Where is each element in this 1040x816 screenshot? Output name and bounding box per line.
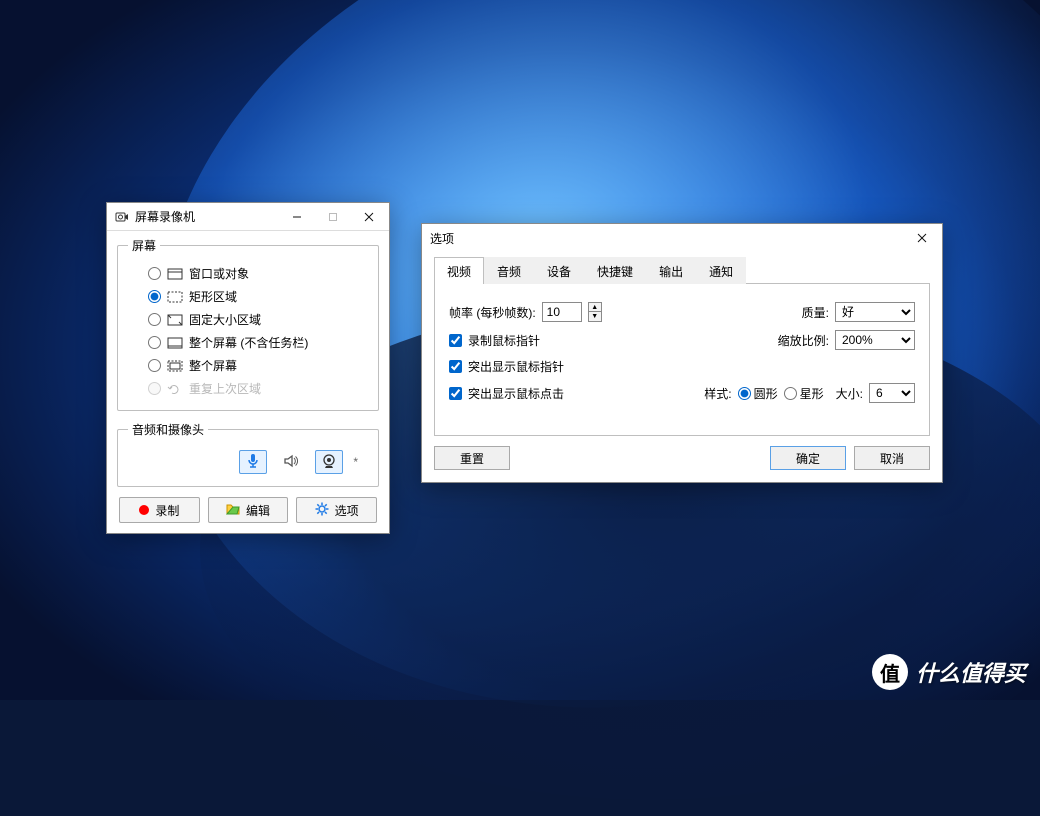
framerate-label: 帧率 (每秒帧数):	[449, 304, 536, 321]
scale-label: 缩放比例:	[778, 332, 829, 349]
edit-button[interactable]: 编辑	[208, 497, 289, 523]
speaker-button[interactable]	[277, 450, 305, 474]
radio-input[interactable]	[148, 290, 161, 303]
size-label: 大小:	[836, 385, 863, 402]
options-button[interactable]: 选项	[296, 497, 377, 523]
audio-legend: 音频和摄像头	[128, 421, 208, 438]
recorder-titlebar[interactable]: 屏幕录像机	[107, 203, 389, 231]
watermark-text: 什么值得买	[916, 656, 1026, 688]
options-dialog: 选项 视频 音频 设备 快捷键 输出 通知 帧率 (每秒帧数): ▲▼ 质量: …	[421, 223, 943, 483]
tab-devices[interactable]: 设备	[534, 257, 584, 284]
screen-group: 屏幕 窗口或对象 矩形区域 固定大小区域 整个屏幕 (不含任务栏)	[117, 237, 379, 411]
close-button[interactable]	[351, 204, 387, 230]
spinner-down-icon[interactable]: ▼	[589, 312, 601, 321]
radio-label: 星形	[800, 385, 824, 402]
gear-icon	[315, 502, 329, 519]
check-highlight-pointer[interactable]: 突出显示鼠标指针	[449, 358, 564, 375]
radio-label: 固定大小区域	[189, 311, 261, 328]
options-titlebar[interactable]: 选项	[422, 224, 942, 252]
radio-input[interactable]	[148, 336, 161, 349]
camera-icon	[115, 210, 129, 224]
radio-label: 重复上次区域	[189, 380, 261, 397]
checkbox-label: 突出显示鼠标指针	[468, 358, 564, 375]
radio-style-star[interactable]: 星形	[784, 385, 824, 402]
radio-window-or-object[interactable]: 窗口或对象	[126, 262, 370, 285]
checkbox-input[interactable]	[449, 360, 462, 373]
maximize-button[interactable]	[315, 204, 351, 230]
checkbox-input[interactable]	[449, 387, 462, 400]
recorder-window: 屏幕录像机 屏幕 窗口或对象 矩形区域 固定大小区域	[106, 202, 390, 534]
tab-video[interactable]: 视频	[434, 257, 484, 284]
check-record-pointer[interactable]: 录制鼠标指针	[449, 332, 540, 349]
asterisk-indicator: *	[353, 455, 358, 469]
radio-label: 窗口或对象	[189, 265, 249, 282]
fixed-size-icon	[167, 314, 183, 326]
tab-notifications[interactable]: 通知	[696, 257, 746, 284]
scale-select[interactable]: 200%	[835, 330, 915, 350]
quality-select[interactable]: 好	[835, 302, 915, 322]
tab-panel-video: 帧率 (每秒帧数): ▲▼ 质量: 好 录制鼠标指针 缩放比例: 200%	[434, 284, 930, 436]
rect-dashed-icon	[167, 291, 183, 303]
audio-camera-group: 音频和摄像头 *	[117, 421, 379, 487]
window-icon	[167, 268, 183, 280]
check-highlight-click[interactable]: 突出显示鼠标点击	[449, 385, 564, 402]
webcam-icon	[321, 453, 337, 472]
cancel-button[interactable]: 取消	[854, 446, 930, 470]
options-tabstrip: 视频 音频 设备 快捷键 输出 通知	[434, 256, 930, 284]
checkbox-label: 录制鼠标指针	[468, 332, 540, 349]
screen-legend: 屏幕	[128, 237, 160, 254]
radio-label: 整个屏幕 (不含任务栏)	[189, 334, 308, 351]
radio-input[interactable]	[784, 387, 797, 400]
tab-hotkeys[interactable]: 快捷键	[584, 257, 646, 284]
style-label: 样式:	[704, 385, 731, 402]
ok-button[interactable]: 确定	[770, 446, 846, 470]
close-button[interactable]	[904, 225, 940, 251]
tab-output[interactable]: 输出	[646, 257, 696, 284]
minimize-button[interactable]	[279, 204, 315, 230]
microphone-button[interactable]	[239, 450, 267, 474]
size-select[interactable]: 6	[869, 383, 915, 403]
radio-style-circle[interactable]: 圆形	[738, 385, 778, 402]
options-title: 选项	[430, 230, 904, 247]
tab-audio[interactable]: 音频	[484, 257, 534, 284]
spinner-up-icon[interactable]: ▲	[589, 303, 601, 312]
radio-label: 矩形区域	[189, 288, 237, 305]
radio-input[interactable]	[148, 267, 161, 280]
radio-label: 整个屏幕	[189, 357, 237, 374]
folder-edit-icon	[226, 502, 240, 519]
speaker-icon	[283, 453, 299, 472]
record-button[interactable]: 录制	[119, 497, 200, 523]
record-label: 录制	[155, 502, 179, 519]
radio-fullscreen[interactable]: 整个屏幕	[126, 354, 370, 377]
radio-fullscreen-no-taskbar[interactable]: 整个屏幕 (不含任务栏)	[126, 331, 370, 354]
radio-label: 圆形	[754, 385, 778, 402]
screen-notaskbar-icon	[167, 337, 183, 349]
radio-input[interactable]	[738, 387, 751, 400]
radio-input[interactable]	[148, 313, 161, 326]
checkbox-input[interactable]	[449, 334, 462, 347]
recorder-title: 屏幕录像机	[135, 208, 279, 225]
watermark-badge: 值	[872, 654, 908, 690]
radio-input[interactable]	[148, 359, 161, 372]
checkbox-label: 突出显示鼠标点击	[468, 385, 564, 402]
framerate-input[interactable]	[542, 302, 582, 322]
radio-fixed-size-region[interactable]: 固定大小区域	[126, 308, 370, 331]
microphone-icon	[245, 453, 261, 472]
quality-label: 质量:	[802, 304, 829, 321]
repeat-icon	[167, 383, 183, 395]
framerate-spinner[interactable]: ▲▼	[588, 302, 602, 322]
reset-button[interactable]: 重置	[434, 446, 510, 470]
watermark: 值 什么值得买	[872, 654, 1026, 690]
radio-input	[148, 382, 161, 395]
radio-rectangle-region[interactable]: 矩形区域	[126, 285, 370, 308]
webcam-button[interactable]	[315, 450, 343, 474]
screen-full-icon	[167, 360, 183, 372]
edit-label: 编辑	[246, 502, 270, 519]
radio-repeat-last-region: 重复上次区域	[126, 377, 370, 400]
options-label: 选项	[335, 502, 359, 519]
record-icon	[139, 505, 149, 515]
